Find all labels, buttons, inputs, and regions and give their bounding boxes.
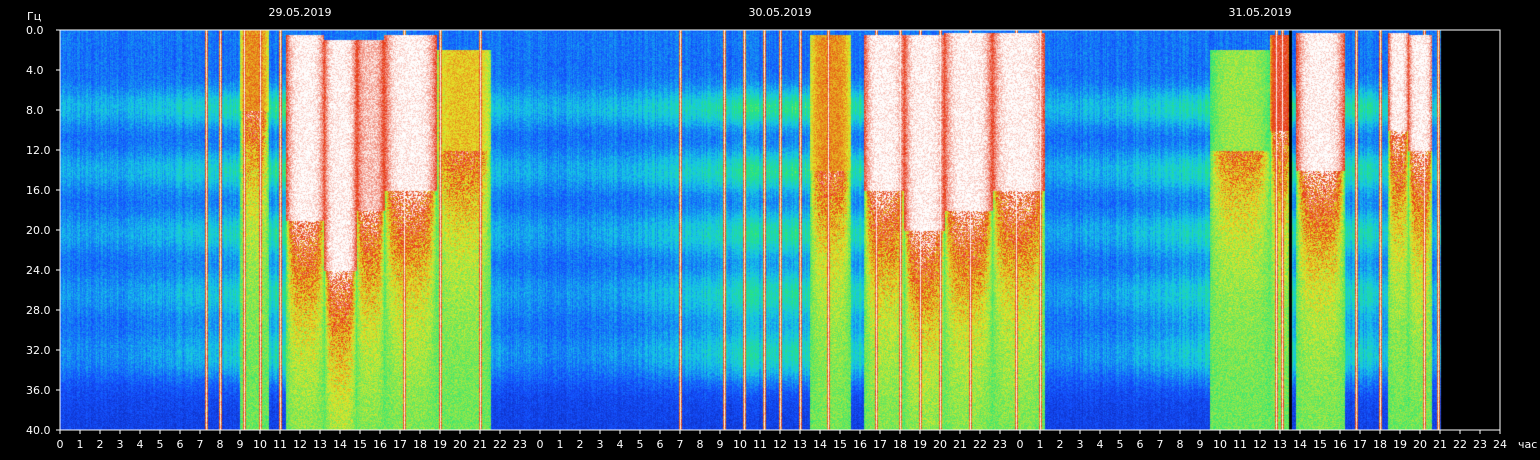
- x-tick-label: 15: [833, 438, 847, 451]
- x-tick-label: 17: [1353, 438, 1367, 451]
- x-tick-label: 20: [1413, 438, 1427, 451]
- x-tick-label: 12: [293, 438, 307, 451]
- y-tick-label: 8.0: [26, 104, 44, 117]
- x-tick-label: 16: [853, 438, 867, 451]
- x-tick-label: 16: [373, 438, 387, 451]
- y-tick-label: 36.0: [26, 384, 51, 397]
- x-tick-label: 14: [333, 438, 347, 451]
- x-tick-label: 17: [873, 438, 887, 451]
- x-tick-label: 23: [993, 438, 1007, 451]
- x-tick-label: 10: [733, 438, 747, 451]
- x-tick-label: 7: [677, 438, 684, 451]
- date-label: 30.05.2019: [749, 6, 812, 19]
- x-tick-label: 24: [1493, 438, 1507, 451]
- x-tick-label: 0: [537, 438, 544, 451]
- y-tick-label: 16.0: [26, 184, 51, 197]
- y-tick-label: 20.0: [26, 224, 51, 237]
- x-tick-label: 10: [1213, 438, 1227, 451]
- y-axis-label: Гц: [27, 10, 41, 23]
- x-tick-label: 12: [773, 438, 787, 451]
- x-tick-label: 23: [1473, 438, 1487, 451]
- x-tick-label: 17: [393, 438, 407, 451]
- x-tick-label: 18: [1373, 438, 1387, 451]
- x-tick-label: 4: [617, 438, 624, 451]
- x-tick-label: 13: [313, 438, 327, 451]
- x-tick-label: 22: [493, 438, 507, 451]
- x-tick-label: 13: [793, 438, 807, 451]
- x-tick-label: 10: [253, 438, 267, 451]
- y-tick-label: 12.0: [26, 144, 51, 157]
- x-tick-label: 14: [1293, 438, 1307, 451]
- x-tick-label: 16: [1333, 438, 1347, 451]
- x-tick-label: 9: [237, 438, 244, 451]
- x-tick-label: 19: [433, 438, 447, 451]
- x-tick-label: 8: [697, 438, 704, 451]
- x-tick-label: 8: [1177, 438, 1184, 451]
- x-tick-label: 11: [753, 438, 767, 451]
- x-tick-label: 8: [217, 438, 224, 451]
- x-tick-label: 19: [913, 438, 927, 451]
- y-tick-label: 32.0: [26, 344, 51, 357]
- x-tick-label: 5: [1117, 438, 1124, 451]
- x-tick-label: 21: [953, 438, 967, 451]
- y-tick-label: 28.0: [26, 304, 51, 317]
- x-tick-label: 12: [1253, 438, 1267, 451]
- x-tick-label: 6: [177, 438, 184, 451]
- x-tick-label: 2: [1057, 438, 1064, 451]
- x-tick-label: 5: [157, 438, 164, 451]
- x-tick-label: 9: [1197, 438, 1204, 451]
- x-axis-label: час: [1518, 438, 1537, 451]
- y-tick-label: 24.0: [26, 264, 51, 277]
- x-tick-label: 1: [77, 438, 84, 451]
- x-tick-label: 3: [117, 438, 124, 451]
- date-label: 31.05.2019: [1229, 6, 1292, 19]
- x-tick-label: 15: [353, 438, 367, 451]
- x-tick-label: 22: [973, 438, 987, 451]
- x-tick-label: 22: [1453, 438, 1467, 451]
- x-tick-label: 6: [1137, 438, 1144, 451]
- x-tick-label: 13: [1273, 438, 1287, 451]
- x-tick-label: 4: [1097, 438, 1104, 451]
- x-tick-label: 18: [413, 438, 427, 451]
- x-tick-label: 2: [97, 438, 104, 451]
- x-tick-label: 15: [1313, 438, 1327, 451]
- x-tick-label: 23: [513, 438, 527, 451]
- x-tick-label: 7: [197, 438, 204, 451]
- spectrogram-chart: Гц час 0.0 4.0 8.0 12.0 16.0 20.0 24.0 28.0 32.0…: [0, 0, 1540, 460]
- x-tick-label: 4: [137, 438, 144, 451]
- x-tick-label: 3: [1077, 438, 1084, 451]
- x-tick-label: 14: [813, 438, 827, 451]
- y-tick-label: 40.0: [26, 424, 51, 437]
- x-tick-label: 20: [933, 438, 947, 451]
- x-tick-label: 18: [893, 438, 907, 451]
- x-tick-label: 21: [473, 438, 487, 451]
- x-tick-label: 7: [1157, 438, 1164, 451]
- x-tick-label: 3: [597, 438, 604, 451]
- date-label: 29.05.2019: [269, 6, 332, 19]
- y-tick-label: 0.0: [26, 24, 44, 37]
- x-tick-label: 11: [1233, 438, 1247, 451]
- x-tick-label: 1: [557, 438, 564, 451]
- x-tick-label: 5: [637, 438, 644, 451]
- x-tick-label: 20: [453, 438, 467, 451]
- x-tick-label: 1: [1037, 438, 1044, 451]
- x-tick-label: 9: [717, 438, 724, 451]
- x-tick-label: 19: [1393, 438, 1407, 451]
- x-tick-label: 0: [57, 438, 64, 451]
- x-tick-label: 0: [1017, 438, 1024, 451]
- x-tick-label: 6: [657, 438, 664, 451]
- x-tick-label: 21: [1433, 438, 1447, 451]
- x-tick-label: 11: [273, 438, 287, 451]
- x-tick-label: 2: [577, 438, 584, 451]
- spectrogram-heatmap: [60, 30, 1500, 430]
- y-tick-label: 4.0: [26, 64, 44, 77]
